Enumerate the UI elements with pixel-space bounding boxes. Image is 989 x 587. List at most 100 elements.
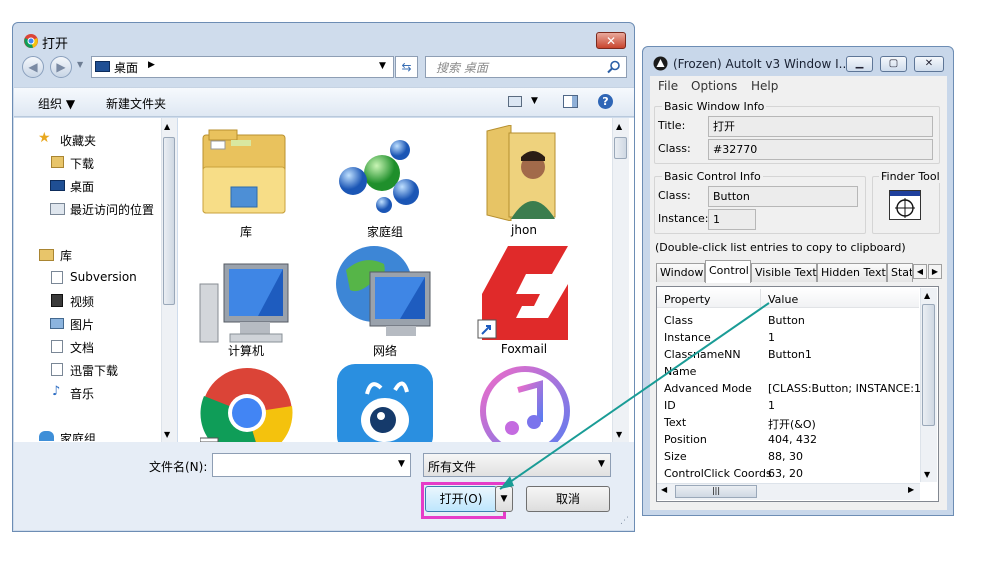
- list-item-value[interactable]: 打开(&O): [768, 416, 816, 432]
- properties-hscroll-thumb[interactable]: |||: [675, 485, 757, 498]
- autoit-close-button[interactable]: ✕: [914, 56, 944, 72]
- filetype-value[interactable]: 所有文件: [428, 458, 476, 475]
- nav-item-videos[interactable]: 视频: [70, 293, 94, 310]
- item-label-network[interactable]: 网络: [330, 342, 440, 359]
- list-item[interactable]: Instance: [664, 331, 711, 344]
- list-item[interactable]: ControlClick Coords: [664, 467, 772, 480]
- open-button[interactable]: 打开(O): [425, 486, 497, 512]
- file-list-scroll-thumb[interactable]: [614, 137, 627, 159]
- nav-scroll-thumb[interactable]: [163, 137, 175, 305]
- scroll-down-icon[interactable]: ▼: [164, 430, 170, 439]
- list-item[interactable]: Size: [664, 450, 687, 463]
- filename-dropdown-icon[interactable]: ▼: [398, 459, 405, 469]
- address-dropdown-icon[interactable]: ▼: [379, 61, 386, 71]
- breadcrumb-chevron-icon[interactable]: ▶: [148, 60, 155, 70]
- item-label-jhon[interactable]: jhon: [469, 223, 579, 237]
- view-icon[interactable]: [508, 96, 522, 107]
- itunes-icon[interactable]: [480, 366, 570, 442]
- maximize-button[interactable]: ▢: [880, 56, 907, 72]
- nav-item-music[interactable]: 音乐: [70, 385, 94, 402]
- list-item[interactable]: Class: [664, 314, 693, 327]
- list-item[interactable]: Text: [664, 416, 686, 429]
- forward-button[interactable]: ▶: [50, 56, 72, 78]
- finder-tool-crosshair-icon[interactable]: [889, 190, 921, 220]
- filename-combobox[interactable]: [212, 453, 411, 477]
- menu-file[interactable]: File: [658, 79, 678, 93]
- list-item[interactable]: Position: [664, 433, 707, 446]
- properties-vscroll-thumb[interactable]: [922, 304, 935, 426]
- file-list-scrollbar[interactable]: [612, 118, 629, 442]
- minimize-button[interactable]: ▁: [846, 56, 873, 72]
- recent-pages-chevron-icon[interactable]: ▼: [77, 60, 83, 69]
- filetype-dropdown-icon[interactable]: ▼: [598, 459, 605, 469]
- item-label-computer[interactable]: 计算机: [191, 342, 301, 359]
- item-label-homegroup[interactable]: 家庭组: [330, 223, 440, 240]
- open-split-dropdown-icon[interactable]: ▼: [495, 486, 513, 512]
- scroll-right-icon[interactable]: ▶: [908, 485, 914, 494]
- nav-item-desktop[interactable]: 桌面: [70, 178, 94, 195]
- list-item[interactable]: ClassnameNN: [664, 348, 741, 361]
- scroll-down-icon[interactable]: ▼: [924, 470, 930, 479]
- cancel-button[interactable]: 取消: [526, 486, 610, 512]
- menu-help[interactable]: Help: [751, 79, 778, 93]
- window-class-field[interactable]: #32770: [708, 139, 933, 160]
- user-folder-icon[interactable]: [481, 125, 561, 221]
- nav-item-thunder-downloads[interactable]: 迅雷下载: [70, 362, 118, 379]
- scroll-left-icon[interactable]: ◀: [661, 485, 667, 494]
- new-folder-button[interactable]: 新建文件夹: [106, 95, 166, 112]
- tab-statusbar[interactable]: Stat: [887, 263, 913, 282]
- refresh-button[interactable]: ⇆: [395, 56, 418, 78]
- list-item-value[interactable]: 1: [768, 399, 775, 412]
- control-class-field[interactable]: Button: [708, 186, 858, 207]
- list-item[interactable]: ID: [664, 399, 676, 412]
- resize-grip-icon[interactable]: ⋰: [620, 516, 629, 526]
- tab-window[interactable]: Window: [656, 263, 705, 282]
- scroll-down-icon[interactable]: ▼: [616, 430, 622, 439]
- back-button[interactable]: ◀: [22, 56, 44, 78]
- computer-icon[interactable]: [198, 262, 294, 346]
- list-item[interactable]: Advanced Mode: [664, 382, 752, 395]
- nav-homegroup[interactable]: 家庭组: [60, 430, 96, 441]
- list-item-value[interactable]: 404, 432: [768, 433, 817, 446]
- address-text[interactable]: 桌面: [114, 59, 138, 76]
- window-title-field[interactable]: 打开: [708, 116, 933, 137]
- nav-item-documents[interactable]: 文档: [70, 339, 94, 356]
- list-item-value[interactable]: 88, 30: [768, 450, 803, 463]
- list-item-value[interactable]: Button: [768, 314, 805, 327]
- nav-item-pictures[interactable]: 图片: [70, 316, 94, 333]
- tab-visible-text[interactable]: Visible Text: [751, 263, 817, 282]
- column-header-value[interactable]: Value: [768, 293, 798, 306]
- network-globe-icon[interactable]: [334, 244, 434, 342]
- view-dropdown-icon[interactable]: ▼: [531, 96, 538, 106]
- nav-item-downloads[interactable]: 下载: [70, 155, 94, 172]
- menu-options[interactable]: Options: [691, 79, 737, 93]
- column-header-property[interactable]: Property: [664, 293, 711, 306]
- nav-libraries[interactable]: 库: [60, 247, 72, 264]
- nav-item-subversion[interactable]: Subversion: [70, 270, 137, 284]
- help-icon[interactable]: ?: [598, 94, 613, 109]
- foxmail-icon[interactable]: [476, 244, 572, 342]
- homegroup-spheres-icon[interactable]: [336, 137, 420, 215]
- scroll-up-icon[interactable]: ▲: [164, 122, 170, 131]
- organize-button[interactable]: 组织 ▼: [38, 95, 75, 112]
- chrome-app-icon[interactable]: [200, 366, 294, 442]
- scroll-up-icon[interactable]: ▲: [616, 122, 622, 131]
- control-instance-field[interactable]: 1: [708, 209, 756, 230]
- search-icon[interactable]: [607, 60, 621, 74]
- item-label-foxmail[interactable]: Foxmail: [469, 342, 579, 356]
- nav-favorites[interactable]: 收藏夹: [60, 132, 96, 149]
- list-item-value[interactable]: 1: [768, 331, 775, 344]
- itools-icon[interactable]: [337, 364, 433, 442]
- list-item-value[interactable]: 63, 20: [768, 467, 803, 480]
- scroll-up-icon[interactable]: ▲: [924, 291, 930, 300]
- tab-hidden-text[interactable]: Hidden Text: [817, 263, 887, 282]
- libraries-folder-icon[interactable]: [201, 127, 287, 217]
- tab-scroll-right-icon[interactable]: ▶: [928, 264, 942, 279]
- list-item-value[interactable]: [CLASS:Button; INSTANCE:1]: [768, 382, 925, 395]
- item-label-libraries[interactable]: 库: [191, 223, 301, 240]
- preview-pane-icon[interactable]: [563, 95, 578, 108]
- list-item-value[interactable]: Button1: [768, 348, 812, 361]
- close-button[interactable]: ✕: [596, 32, 626, 49]
- tab-scroll-left-icon[interactable]: ◀: [913, 264, 927, 279]
- tab-control[interactable]: Control: [705, 260, 751, 283]
